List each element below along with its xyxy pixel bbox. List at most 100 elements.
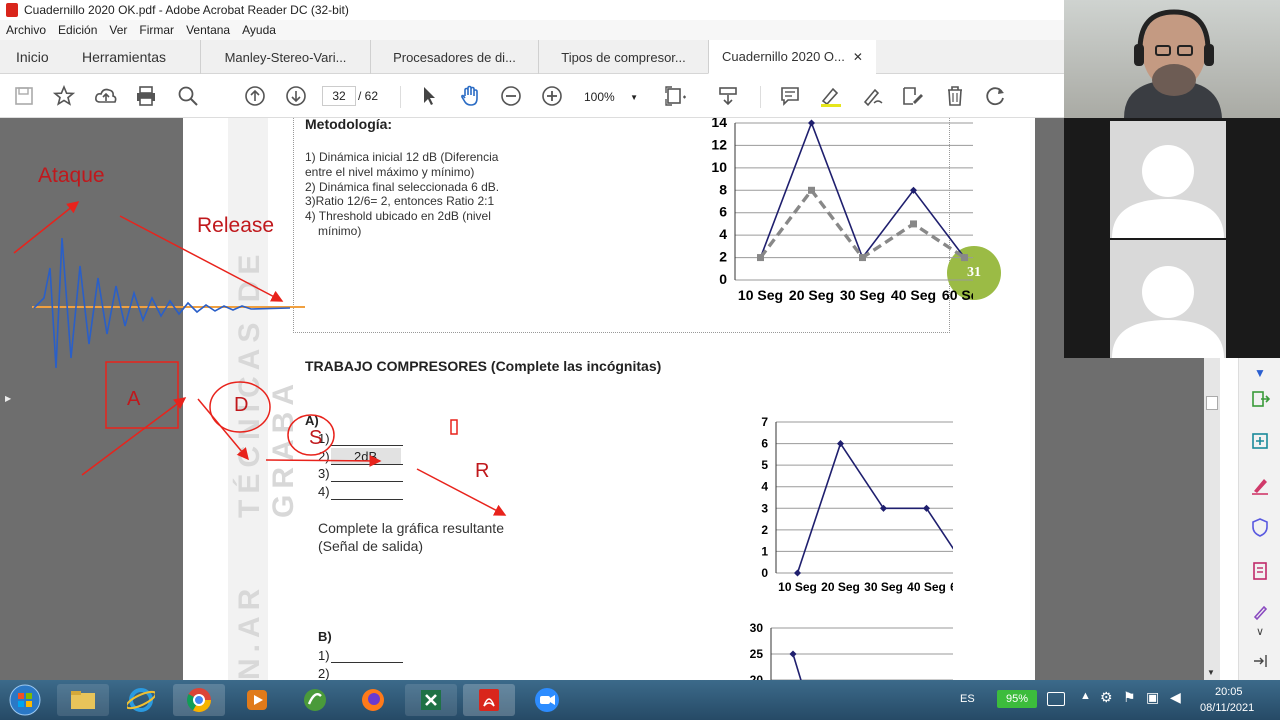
scroll-down-arrow-icon[interactable]: ▼ <box>1207 668 1215 677</box>
zoom-out-icon[interactable] <box>499 84 523 108</box>
tray-show-hidden-icon[interactable]: ▲ <box>1080 690 1091 702</box>
star-icon[interactable] <box>52 84 76 108</box>
tab-doc-cuadernillo[interactable]: Cuadernillo 2020 O... ✕ <box>708 40 876 74</box>
hand-tool-icon[interactable] <box>458 84 482 108</box>
taskbar-app-icon[interactable] <box>289 684 341 716</box>
y-tick-label: 8 <box>719 181 727 197</box>
panel-arrow-down-icon[interactable]: ▼ <box>1249 362 1271 384</box>
scroll-thumb[interactable] <box>1206 396 1218 410</box>
annotation-a: A <box>127 388 141 410</box>
tab-close-icon[interactable]: ✕ <box>853 50 863 64</box>
panel-chevron-down-icon[interactable]: ∨ <box>1249 620 1271 642</box>
create-pdf-icon[interactable] <box>1249 430 1271 452</box>
scroll-mode-icon[interactable] <box>716 84 740 108</box>
y-tick-label: 7 <box>761 416 768 429</box>
chevron-down-icon: ▼ <box>630 92 638 102</box>
series-output-line <box>759 187 966 260</box>
highlight-pen-icon[interactable] <box>819 84 843 108</box>
print-icon[interactable] <box>134 84 158 108</box>
menu-archivo[interactable]: Archivo <box>0 23 52 37</box>
video-call-panel <box>1064 0 1280 358</box>
tab-inicio[interactable]: Inicio <box>16 40 49 74</box>
presenter-video <box>1064 0 1280 118</box>
tray-battery-icon[interactable] <box>1047 692 1065 706</box>
tab-doc-tipos[interactable]: Tipos de compresor... <box>538 40 708 74</box>
taskbar-excel-icon[interactable] <box>405 684 457 716</box>
collapse-panel-icon[interactable] <box>1249 650 1271 672</box>
tray-network-icon[interactable]: ⚙ <box>1100 689 1113 706</box>
rotate-icon[interactable] <box>984 84 1008 108</box>
y-tick-label: 4 <box>761 480 768 494</box>
start-button-icon[interactable] <box>2 684 48 716</box>
chart-compression-example: 0 2 4 6 8 10 12 14 10 Seg 20 Seg 30 Seg 40 Seg 60 Se… <box>711 118 973 303</box>
tab-bar: Inicio Herramientas Manley-Stereo-Vari..… <box>0 40 1064 74</box>
y-tick-label: 2 <box>761 523 768 537</box>
delete-trash-icon[interactable] <box>943 84 967 108</box>
zoom-select[interactable]: 100% ▼ <box>578 86 644 108</box>
annotation-d: D <box>234 394 249 416</box>
tab-doc-cuadernillo-label: Cuadernillo 2020 O... <box>722 49 845 64</box>
tray-security-icon[interactable]: ▣ <box>1146 689 1159 706</box>
fit-page-icon[interactable] <box>664 84 688 108</box>
chart-exercise-a: 0123456710 Seg20 Seg30 Seg40 Seg60 SegSe… <box>761 416 953 594</box>
taskbar-media-player-icon[interactable] <box>231 684 283 716</box>
tray-time[interactable]: 20:05 <box>1215 686 1243 698</box>
menu-ver[interactable]: Ver <box>103 23 133 37</box>
participant-tile <box>1110 240 1226 358</box>
sign-stamp-icon[interactable] <box>901 84 925 108</box>
page-up-icon[interactable] <box>243 84 267 108</box>
tray-flag-icon[interactable]: ⚑ <box>1123 689 1136 706</box>
taskbar-file-explorer-icon[interactable] <box>57 684 109 716</box>
tab-doc-manley[interactable]: Manley-Stereo-Vari... <box>200 40 370 74</box>
zoom-search-icon[interactable] <box>176 84 200 108</box>
menu-firmar[interactable]: Firmar <box>133 23 180 37</box>
page-down-icon[interactable] <box>284 84 308 108</box>
y-tick-label: 1 <box>761 544 768 558</box>
menu-ventana[interactable]: Ventana <box>180 23 236 37</box>
edit-pdf-icon[interactable] <box>1249 474 1271 496</box>
taskbar-firefox-icon[interactable] <box>347 684 399 716</box>
menu-edicion[interactable]: Edición <box>52 23 103 37</box>
tray-language[interactable]: ES <box>960 693 975 705</box>
y-tick-label: 0 <box>719 271 727 287</box>
series-output-point <box>808 186 815 194</box>
windows-taskbar: ES 95% ▲ ⚙ ⚑ ▣ ◀ 20:05 08/11/2021 <box>0 680 1280 720</box>
tab-herramientas[interactable]: Herramientas <box>82 40 166 74</box>
tab-doc-procesadores[interactable]: Procesadores de di... <box>370 40 538 74</box>
tray-volume-icon[interactable]: ◀ <box>1170 689 1181 706</box>
taskbar-internet-explorer-icon[interactable] <box>115 684 167 716</box>
page-number-input[interactable]: 32 <box>322 86 356 106</box>
annotation-r: R <box>475 460 490 482</box>
taskbar-acrobat-icon[interactable] <box>463 684 515 716</box>
annotation-ataque: Ataque <box>38 164 105 187</box>
comment-icon[interactable] <box>778 84 802 108</box>
acrobat-icon <box>6 3 18 17</box>
y-tick-label: 10 <box>711 159 727 175</box>
zoom-in-icon[interactable] <box>540 84 564 108</box>
series-output-point <box>757 254 764 262</box>
fill-sign-icon[interactable] <box>1249 560 1271 582</box>
menu-ayuda[interactable]: Ayuda <box>236 23 282 37</box>
select-cursor-icon[interactable] <box>417 84 441 108</box>
complete-instruction-2: (Señal de salida) <box>318 538 424 554</box>
taskbar-zoom-icon[interactable] <box>521 684 573 716</box>
window-title: Cuadernillo 2020 OK.pdf - Adobe Acrobat … <box>24 3 349 17</box>
tray-date[interactable]: 08/11/2021 <box>1200 702 1254 714</box>
right-tools-panel: ▼ ∨ <box>1238 358 1280 680</box>
upload-cloud-icon[interactable] <box>94 84 118 108</box>
protect-shield-icon[interactable] <box>1249 516 1271 538</box>
tray-battery[interactable]: 95% <box>997 690 1037 708</box>
menu-bar: Archivo Edición Ver Firmar Ventana Ayuda <box>0 20 1064 40</box>
series-output-point <box>910 220 917 228</box>
draw-pen-icon[interactable] <box>860 84 884 108</box>
attack-arrow <box>13 201 80 254</box>
chart-exercise-b: 202530Señal de <box>750 621 953 680</box>
y-tick-label: 4 <box>719 226 727 242</box>
annotation-s: S <box>309 427 323 449</box>
y-tick-label: 20 <box>750 673 764 680</box>
y-tick-label: 25 <box>750 647 764 661</box>
save-icon[interactable] <box>12 84 36 108</box>
user-avatar-icon <box>1112 145 1224 238</box>
export-pdf-icon[interactable] <box>1249 388 1271 410</box>
taskbar-chrome-icon[interactable] <box>173 684 225 716</box>
